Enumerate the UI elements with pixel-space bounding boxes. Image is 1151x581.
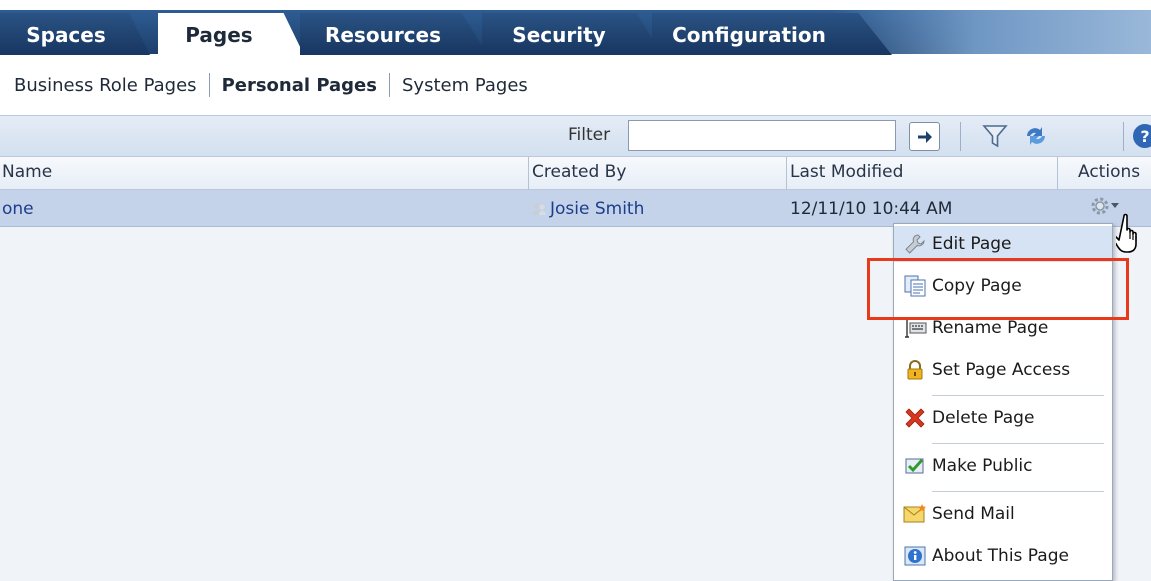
hand-cursor-icon	[1116, 213, 1137, 253]
tab-spaces[interactable]: Spaces	[0, 13, 150, 55]
page-name-link[interactable]: one	[2, 199, 34, 219]
last-modified-value: 12/11/10 10:44 AM	[790, 199, 953, 219]
main-tab-bar: Spaces Pages Resources Security Configur…	[0, 0, 1151, 55]
info-icon	[904, 546, 926, 566]
tab-pages-label: Pages	[185, 23, 253, 47]
tab-spaces-label: Spaces	[26, 23, 106, 47]
copy-pages-icon	[904, 275, 926, 297]
subnav-business-role-pages[interactable]: Business Role Pages	[14, 75, 197, 96]
svg-text:?: ?	[1140, 127, 1149, 146]
go-arrow-icon	[917, 130, 932, 143]
menu-item-rename-page[interactable]: Rename Page	[894, 310, 1112, 346]
filter-label: Filter	[568, 125, 611, 145]
menu-item-label: Delete Page	[932, 408, 1035, 428]
filter-input[interactable]	[628, 120, 896, 151]
column-divider	[528, 157, 529, 190]
column-header-last-modified[interactable]: Last Modified	[790, 162, 903, 182]
menu-item-delete-page[interactable]: Delete Page	[894, 400, 1112, 436]
filter-go-button[interactable]	[909, 122, 940, 151]
menu-item-edit-page[interactable]: Edit Page	[894, 226, 1112, 262]
tab-configuration-label: Configuration	[672, 23, 826, 47]
wrench-icon	[905, 234, 925, 254]
tab-pages[interactable]: Pages	[158, 13, 304, 55]
menu-item-copy-page[interactable]: Copy Page	[894, 268, 1112, 304]
menu-separator	[932, 443, 1104, 444]
tab-security[interactable]: Security	[482, 13, 662, 55]
filter-funnel-icon[interactable]	[981, 122, 1009, 150]
rename-keyboard-icon	[905, 318, 927, 338]
filter-toolbar: Filter ?	[0, 115, 1151, 156]
subnav-system-pages[interactable]: System Pages	[402, 75, 528, 96]
menu-item-label: Edit Page	[932, 234, 1012, 254]
tab-resources[interactable]: Resources	[300, 13, 488, 55]
subnav-divider	[388, 73, 390, 97]
page-actions-menu: Edit Page Copy Page Rename Page Set Page…	[893, 223, 1113, 581]
red-x-icon	[905, 408, 925, 428]
created-by-link[interactable]: Josie Smith	[550, 199, 644, 219]
menu-item-set-page-access[interactable]: Set Page Access	[894, 352, 1112, 388]
menu-separator	[932, 395, 1104, 396]
menu-item-send-mail[interactable]: Send Mail	[894, 496, 1112, 532]
menu-item-make-public[interactable]: Make Public	[894, 448, 1112, 484]
menu-item-about-this-page[interactable]: About This Page	[894, 538, 1112, 574]
toolbar-divider	[1123, 122, 1124, 151]
tab-security-label: Security	[512, 23, 606, 47]
chevron-down-icon	[1111, 203, 1119, 208]
tab-resources-label: Resources	[324, 23, 442, 47]
refresh-icon[interactable]	[1021, 122, 1051, 150]
menu-item-label: Rename Page	[932, 318, 1049, 338]
page-type-subnav: Business Role Pages Personal Pages Syste…	[0, 55, 1151, 115]
column-divider	[1057, 157, 1058, 190]
padlock-icon	[907, 360, 923, 380]
menu-item-label: Copy Page	[932, 276, 1022, 296]
tab-configuration[interactable]: Configuration	[652, 13, 892, 55]
envelope-icon	[903, 504, 926, 523]
menu-separator	[932, 491, 1104, 492]
subnav-divider	[208, 73, 210, 97]
user-icon	[532, 203, 546, 215]
help-icon[interactable]: ?	[1132, 122, 1151, 150]
column-header-created-by[interactable]: Created By	[532, 162, 626, 182]
menu-item-label: Set Page Access	[932, 360, 1071, 380]
toolbar-divider	[960, 122, 961, 151]
subnav-personal-pages[interactable]: Personal Pages	[222, 75, 377, 96]
table-row[interactable]: one Josie Smith 12/11/10 10:44 AM	[0, 190, 1151, 227]
menu-item-label: Make Public	[932, 456, 1033, 476]
green-check-icon	[905, 458, 924, 474]
menu-item-label: About This Page	[932, 546, 1069, 566]
pages-table-header: Name Created By Last Modified Actions	[0, 156, 1151, 190]
gear-icon	[1091, 197, 1109, 215]
column-divider	[786, 157, 787, 190]
menu-item-label: Send Mail	[932, 504, 1015, 524]
column-header-name[interactable]: Name	[2, 162, 52, 182]
column-header-actions: Actions	[1078, 162, 1141, 182]
